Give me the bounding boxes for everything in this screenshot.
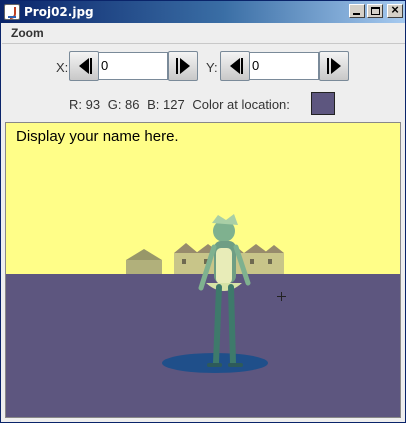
color-readout: R: 93 G: 86 B: 127 Color at location: [69,97,294,112]
minimize-button[interactable] [349,4,365,18]
maximize-icon [371,7,380,15]
green-value: G: 86 [107,97,140,112]
x-input[interactable]: 0 [98,52,168,80]
menu-bar: Zoom [2,23,405,44]
minimize-icon [353,13,360,15]
pixel-controls: X: 0 Y: 0 R: 93 G: 86 B: 127 Color at lo… [1,45,405,123]
window-title: Proj02.jpg [24,5,94,19]
app-window: Proj02.jpg × Zoom X: 0 Y: 0 R: 93 G: 86 … [0,0,406,423]
title-bar[interactable]: Proj02.jpg × [1,1,405,23]
x-label: X: [56,60,69,75]
close-button[interactable]: × [387,2,403,18]
close-icon: × [391,2,399,17]
x-decrement-button[interactable] [69,51,99,81]
scene-image [6,123,400,417]
y-label: Y: [206,60,218,75]
java-cup-icon[interactable] [4,4,20,20]
y-input[interactable]: 0 [249,52,319,80]
y-decrement-button[interactable] [220,51,250,81]
maximize-button[interactable] [367,4,383,18]
image-canvas[interactable]: Display your name here. [5,122,401,418]
y-increment-button[interactable] [319,51,349,81]
window-controls: × [349,2,403,18]
red-value: R: 93 [69,97,101,112]
overlay-text: Display your name here. [16,128,179,145]
crosshair-icon [277,292,286,301]
color-location-label: Color at location: [192,97,290,112]
x-increment-button[interactable] [168,51,198,81]
color-swatch [311,92,335,115]
blue-value: B: 127 [147,97,185,112]
menu-zoom[interactable]: Zoom [11,26,44,40]
